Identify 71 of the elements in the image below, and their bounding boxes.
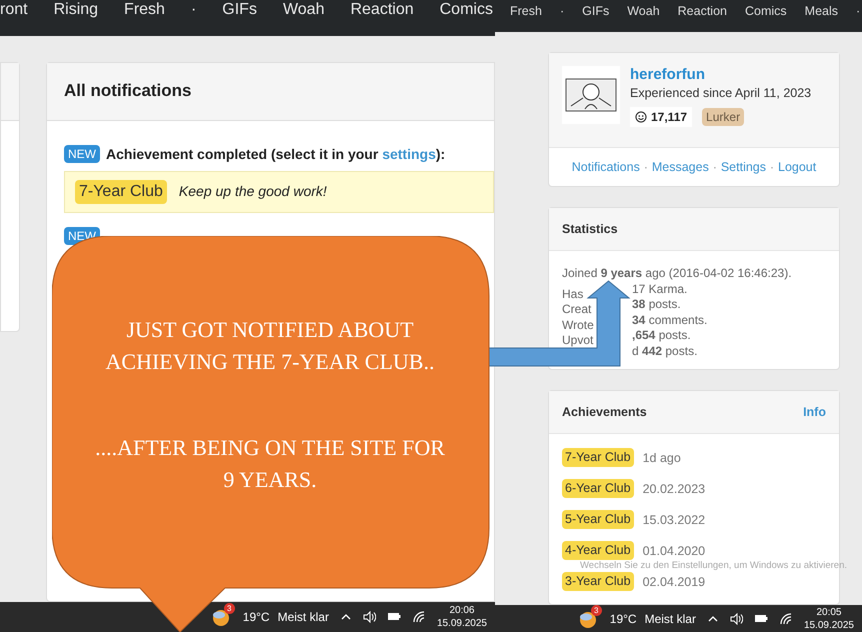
bubble-text: JUST GOT NOTIFIED ABOUT ACHIEVING THE 7-YEAR CLUB.. <box>104 316 436 376</box>
weather-text: Meist klar <box>278 608 329 626</box>
card-title: All notifications <box>64 80 192 102</box>
nav-link[interactable]: Rising <box>54 0 98 20</box>
temperature-text: 19°C <box>610 610 637 628</box>
bubble-text: ....AFTER BEING ON THE SITE FOR 9 YEARS. <box>95 434 445 494</box>
nav-link[interactable]: Reaction <box>350 0 414 20</box>
speaker-icon[interactable] <box>730 612 743 625</box>
notification-count: 3 <box>224 602 235 614</box>
nav-link[interactable]: · <box>856 2 860 21</box>
clock-time: 20:06 <box>449 604 474 617</box>
rank-text: Experienced since April 11, 2023 <box>630 85 812 102</box>
achievement-tag: 5-Year Club <box>562 510 634 530</box>
stat-text: 38 posts. <box>632 297 681 313</box>
stat-text: Joined 9 years ago (2016-04-02 16:46:23). <box>562 266 793 282</box>
stat-text: 17 Karma. <box>632 282 688 298</box>
achievement-date: 1d ago <box>642 450 681 467</box>
notification-text: Achievement completed (select it in your settings): <box>106 144 446 164</box>
stat-text: Wrote <box>562 318 594 332</box>
clock-date: 15.09.2025 <box>804 618 854 632</box>
achievement-date: 01.04.2020 <box>642 542 706 560</box>
stat-text: 34 comments. <box>632 312 708 328</box>
chevron-up-icon[interactable] <box>708 614 718 623</box>
achievement-date: 15.03.2022 <box>642 512 706 529</box>
clock-date: 15.09.2025 <box>436 616 487 630</box>
achievement-date: 20.02.2023 <box>642 480 706 498</box>
nav-link[interactable]: GIFs <box>582 2 610 21</box>
nav-link[interactable]: GIFs <box>222 0 257 20</box>
achievement-date: 02.04.2019 <box>642 574 706 591</box>
stat-text: Has <box>562 286 584 301</box>
new-badge: NEW <box>64 145 100 164</box>
nav-link[interactable]: · <box>190 0 196 20</box>
wifi-icon[interactable] <box>780 612 792 625</box>
nav-link[interactable]: Fresh <box>510 2 542 21</box>
link-separator: · <box>770 159 774 176</box>
nav-link[interactable]: Meals <box>804 2 838 21</box>
avatar-drawing <box>562 66 620 124</box>
activation-notice: Wechseln Sie zu den Einstellungen, um Windows zu aktivieren. <box>580 560 848 571</box>
card-title: Achievements <box>562 404 647 422</box>
nav-link[interactable]: Comics <box>440 0 493 20</box>
achievement-message: Keep up the good work! <box>178 182 327 202</box>
clock-time: 20:05 <box>816 606 842 619</box>
card-title: Statistics <box>562 221 618 238</box>
chevron-up-icon[interactable] <box>340 612 351 621</box>
user-tag: Lurker <box>702 108 744 126</box>
nav-link[interactable]: ront <box>0 0 28 20</box>
stat-text: Upvot <box>562 333 594 348</box>
stat-text: d 442 posts. <box>632 344 698 360</box>
achievement-tag: 4-Year Club <box>562 541 634 560</box>
link-separator: · <box>712 159 717 176</box>
speaker-icon[interactable] <box>362 610 376 623</box>
karma-value: 17,117 <box>651 109 688 126</box>
stat-text: ,654 posts. <box>632 328 691 344</box>
link-separator: · <box>644 159 648 176</box>
weather-text: Meist klar <box>644 610 696 628</box>
stat-text: Creat <box>562 302 592 316</box>
achievement-tag: 7-Year Club <box>562 448 634 468</box>
nav-link[interactable]: Fresh <box>124 0 165 20</box>
wifi-icon[interactable] <box>412 610 425 623</box>
smiley-icon <box>635 111 647 124</box>
achievement-tag: 3-Year Club <box>562 572 634 592</box>
nav-link[interactable]: Reaction <box>678 2 727 21</box>
achievement-tag: 7-Year Club <box>75 180 167 204</box>
temperature-text: 19°C <box>242 608 270 626</box>
nav-link[interactable]: · <box>560 2 564 21</box>
nav-link[interactable]: Woah <box>282 0 324 20</box>
battery-icon[interactable] <box>388 612 401 622</box>
achievement-tag: 6-Year Club <box>562 479 634 498</box>
nav-link[interactable]: Comics <box>745 2 787 21</box>
nav-link[interactable]: Woah <box>627 2 660 21</box>
battery-icon[interactable] <box>754 614 768 624</box>
